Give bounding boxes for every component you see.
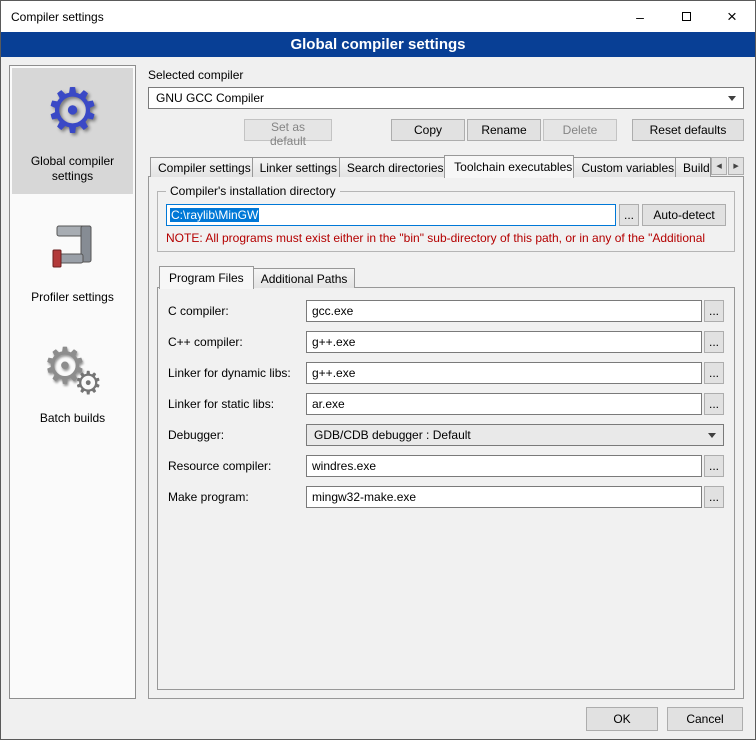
dialog-body: ⚙ Global compiler settings Profiler sett… bbox=[1, 57, 755, 699]
dynamic-linker-input[interactable] bbox=[306, 362, 702, 384]
c-compiler-input[interactable] bbox=[306, 300, 702, 322]
sidebar-item-global-compiler-settings[interactable]: ⚙ Global compiler settings bbox=[12, 68, 133, 194]
selected-compiler-label: Selected compiler bbox=[148, 68, 744, 82]
field-row-cpp-compiler: C++ compiler: ... bbox=[168, 331, 724, 353]
program-files-panel: C compiler: ... C++ compiler: ... Linker… bbox=[157, 287, 735, 690]
tab-custom-variables[interactable]: Custom variables bbox=[573, 157, 676, 177]
dialog-header: Global compiler settings bbox=[1, 32, 755, 57]
rename-button[interactable]: Rename bbox=[467, 119, 541, 141]
field-label: Debugger: bbox=[168, 428, 306, 442]
tab-toolchain-executables[interactable]: Toolchain executables bbox=[444, 155, 574, 178]
clamp-tool-icon bbox=[41, 216, 105, 280]
browse-c-compiler-button[interactable]: ... bbox=[704, 300, 724, 322]
field-row-resource-compiler: Resource compiler: ... bbox=[168, 455, 724, 477]
settings-category-list: ⚙ Global compiler settings Profiler sett… bbox=[9, 65, 136, 699]
close-icon: × bbox=[727, 8, 737, 25]
caption-buttons: – × bbox=[617, 1, 755, 32]
chevron-down-icon bbox=[708, 433, 716, 438]
compiler-actions-row: Set as default Copy Rename Delete Reset … bbox=[148, 119, 744, 141]
field-label: Linker for static libs: bbox=[168, 397, 306, 411]
chevron-down-icon bbox=[728, 96, 736, 101]
ok-button[interactable]: OK bbox=[586, 707, 658, 731]
maximize-icon bbox=[682, 12, 691, 21]
toolchain-executables-panel: Compiler's installation directory C:\ray… bbox=[148, 176, 744, 699]
sidebar-item-label: Global compiler settings bbox=[14, 154, 131, 184]
cancel-button[interactable]: Cancel bbox=[667, 707, 743, 731]
browse-static-linker-button[interactable]: ... bbox=[704, 393, 724, 415]
field-row-debugger: Debugger: GDB/CDB debugger : Default bbox=[168, 424, 724, 446]
installation-directory-input[interactable]: C:\raylib\MinGW bbox=[166, 204, 616, 226]
tab-scroll-left-icon[interactable]: ◀ bbox=[711, 157, 727, 175]
field-label: C compiler: bbox=[168, 304, 306, 318]
page-title: Global compiler settings bbox=[290, 36, 465, 53]
compiler-settings-dialog: Compiler settings – × Global compiler se… bbox=[0, 0, 756, 740]
minimize-icon: – bbox=[636, 9, 644, 25]
bin-subdirectory-note: NOTE: All programs must exist either in … bbox=[166, 231, 726, 245]
browse-cpp-compiler-button[interactable]: ... bbox=[704, 331, 724, 353]
installation-directory-group: Compiler's installation directory C:\ray… bbox=[157, 191, 735, 252]
tab-build-options[interactable]: Build bbox=[675, 157, 711, 177]
auto-detect-button[interactable]: Auto-detect bbox=[642, 204, 726, 226]
field-label: Resource compiler: bbox=[168, 459, 306, 473]
main-content: Selected compiler GNU GCC Compiler Set a… bbox=[148, 65, 744, 699]
settings-tabstrip: Compiler settings Linker settings Search… bbox=[148, 155, 744, 177]
set-as-default-button[interactable]: Set as default bbox=[244, 119, 332, 141]
tab-compiler-settings[interactable]: Compiler settings bbox=[150, 157, 253, 177]
field-row-c-compiler: C compiler: ... bbox=[168, 300, 724, 322]
tab-program-files[interactable]: Program Files bbox=[159, 266, 254, 289]
tab-search-directories[interactable]: Search directories bbox=[339, 157, 445, 177]
browse-directory-button[interactable]: ... bbox=[619, 204, 639, 226]
window-title: Compiler settings bbox=[1, 10, 104, 24]
sidebar-item-batch-builds[interactable]: ⚙ ⚙ Batch builds bbox=[12, 325, 133, 436]
copy-button[interactable]: Copy bbox=[391, 119, 465, 141]
sidebar-item-label: Profiler settings bbox=[31, 290, 114, 305]
tab-additional-paths[interactable]: Additional Paths bbox=[253, 268, 356, 288]
delete-button[interactable]: Delete bbox=[543, 119, 617, 141]
sidebar-item-profiler-settings[interactable]: Profiler settings bbox=[12, 204, 133, 315]
tab-linker-settings[interactable]: Linker settings bbox=[252, 157, 340, 177]
static-linker-input[interactable] bbox=[306, 393, 702, 415]
cpp-compiler-input[interactable] bbox=[306, 331, 702, 353]
gray-gears-icon: ⚙ ⚙ bbox=[41, 337, 105, 401]
make-program-input[interactable] bbox=[306, 486, 702, 508]
installation-directory-row: C:\raylib\MinGW ... Auto-detect bbox=[166, 204, 726, 226]
field-label: Make program: bbox=[168, 490, 306, 504]
blue-gear-icon: ⚙ bbox=[41, 80, 105, 144]
browse-make-program-button[interactable]: ... bbox=[704, 486, 724, 508]
browse-dynamic-linker-button[interactable]: ... bbox=[704, 362, 724, 384]
tab-scroll-right-icon[interactable]: ▶ bbox=[728, 157, 744, 175]
browse-resource-compiler-button[interactable]: ... bbox=[704, 455, 724, 477]
sidebar-item-label: Batch builds bbox=[40, 411, 105, 426]
close-button[interactable]: × bbox=[709, 1, 755, 32]
selected-compiler-dropdown[interactable]: GNU GCC Compiler bbox=[148, 87, 744, 109]
field-row-make-program: Make program: ... bbox=[168, 486, 724, 508]
program-files-tabstrip: Program Files Additional Paths bbox=[157, 266, 735, 288]
field-row-dynamic-linker: Linker for dynamic libs: ... bbox=[168, 362, 724, 384]
installation-directory-value: C:\raylib\MinGW bbox=[170, 208, 259, 222]
dialog-footer: OK Cancel bbox=[1, 699, 755, 739]
minimize-button[interactable]: – bbox=[617, 1, 663, 32]
tab-scroll-buttons: ◀ ▶ bbox=[711, 157, 744, 175]
maximize-button[interactable] bbox=[663, 1, 709, 32]
reset-defaults-button[interactable]: Reset defaults bbox=[632, 119, 744, 141]
installation-directory-title: Compiler's installation directory bbox=[166, 184, 340, 198]
debugger-select[interactable]: GDB/CDB debugger : Default bbox=[306, 424, 724, 446]
field-row-static-linker: Linker for static libs: ... bbox=[168, 393, 724, 415]
debugger-value: GDB/CDB debugger : Default bbox=[314, 428, 471, 442]
field-label: C++ compiler: bbox=[168, 335, 306, 349]
resource-compiler-input[interactable] bbox=[306, 455, 702, 477]
field-label: Linker for dynamic libs: bbox=[168, 366, 306, 380]
titlebar: Compiler settings – × bbox=[1, 1, 755, 32]
selected-compiler-value: GNU GCC Compiler bbox=[156, 91, 264, 105]
